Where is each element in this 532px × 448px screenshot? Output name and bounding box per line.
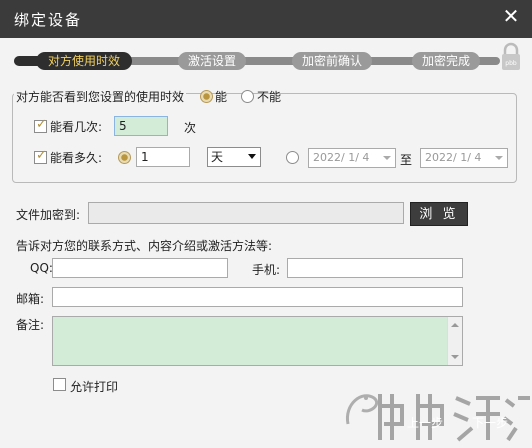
note-scrollbar[interactable] [447,317,462,365]
step-done: 加密完成 [412,52,480,70]
encrypt-to-label: 文件加密到: [16,208,81,222]
date-to-picker[interactable]: 2022/ 1/ 4 [420,148,508,168]
scroll-up-icon[interactable] [451,323,459,327]
phone-label: 手机: [252,263,281,277]
date-range-radio[interactable] [286,151,299,164]
duration-unit-value: 天 [211,150,224,164]
note-label: 备注: [16,318,45,332]
duration-checkbox[interactable] [34,148,47,164]
duration-radio[interactable] [118,151,131,164]
qq-label: QQ: [30,261,53,275]
times-label: 能看几次: [50,120,103,134]
duration-input[interactable]: 1 [136,147,190,167]
email-input[interactable] [52,287,463,307]
step-time-limit: 对方使用时效 [36,52,132,70]
times-checkbox[interactable] [34,117,47,133]
prev-button[interactable]: 上一步 [400,412,450,434]
allow-print-label: 允许打印 [70,380,119,394]
date-from-value: 2022/ 1/ 4 [313,151,370,164]
chevron-down-icon [495,156,503,160]
encrypt-path-input[interactable] [88,202,404,224]
step-activation: 激活设置 [178,52,246,70]
date-to-value: 2022/ 1/ 4 [425,151,482,164]
date-separator: 至 [400,153,413,167]
visibility-question: 对方能否看到您设置的使用时效 [14,88,187,105]
title-bar: 绑定设备 ✕ [0,0,532,38]
visible-no-radio[interactable] [241,90,254,103]
qq-input[interactable] [52,258,228,278]
phone-input[interactable] [287,258,463,278]
visible-no-label: 不能 [257,90,282,104]
close-icon[interactable]: ✕ [500,5,522,27]
note-textarea[interactable] [52,316,463,366]
times-input[interactable]: 5 [114,116,168,136]
window-title: 绑定设备 [14,11,83,29]
next-button[interactable]: 下一步 [462,412,518,434]
date-from-picker[interactable]: 2022/ 1/ 4 [308,148,396,168]
scroll-down-icon[interactable] [451,355,459,359]
duration-label: 能看多久: [50,151,103,165]
visible-yes-label: 能 [215,90,228,104]
time-limit-group [12,93,517,183]
lock-label: pbb [505,60,517,67]
step-progress: 对方使用时效 激活设置 加密前确认 加密完成 pbb [0,40,532,80]
email-label: 邮箱: [16,292,45,306]
chevron-down-icon [383,156,391,160]
times-unit: 次 [184,121,197,135]
visible-yes-radio[interactable] [200,90,213,103]
browse-button[interactable]: 浏 览 [410,202,468,226]
lock-icon: pbb [502,42,520,70]
contact-intro: 告诉对方您的联系方式、内容介绍或激活方法等: [16,239,273,253]
chevron-down-icon [248,154,256,159]
step-confirm: 加密前确认 [292,52,372,70]
duration-unit-select[interactable]: 天 [207,147,261,167]
allow-print-checkbox[interactable] [53,378,66,391]
